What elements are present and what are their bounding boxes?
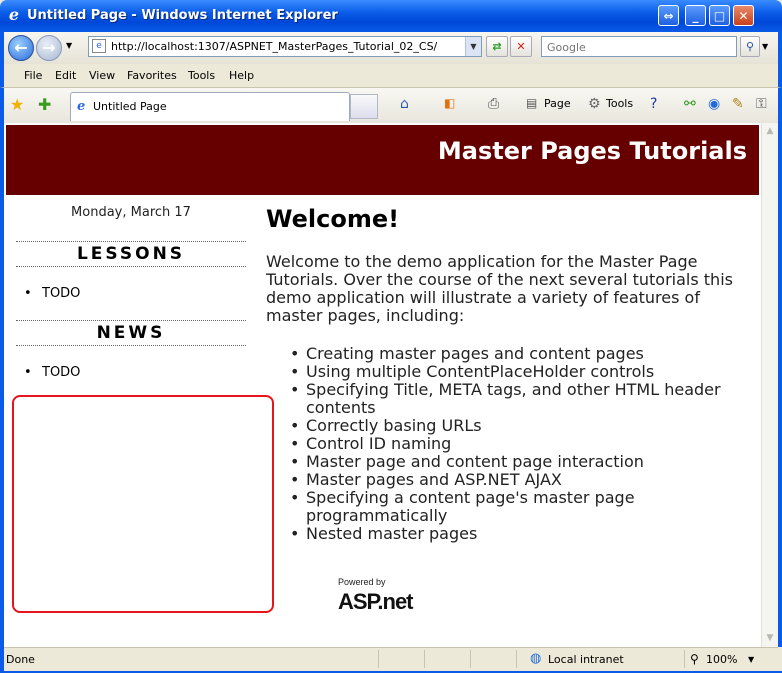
stop-button[interactable]: ✕ — [510, 36, 532, 57]
security-zone[interactable]: Local intranet — [548, 653, 624, 666]
list-item: Control ID naming — [266, 435, 742, 454]
address-bar[interactable]: e http://localhost:1307/ASPNET_MasterPag… — [88, 36, 482, 57]
history-dropdown-icon[interactable]: ▼ — [66, 41, 72, 50]
list-item: Correctly basing URLs — [266, 417, 742, 436]
lessons-list-item: TODO — [24, 286, 81, 301]
window-frame-right — [778, 123, 782, 647]
highlight-box — [12, 395, 274, 613]
tab-label: Untitled Page — [93, 100, 167, 113]
list-item: Creating master pages and content pages — [266, 345, 742, 364]
address-dropdown-icon[interactable]: ▼ — [465, 37, 481, 56]
status-bar: Done ◍ Local intranet ⚲ 100% ▼ — [4, 647, 778, 671]
extra-tools-icon[interactable]: ⚿ — [756, 96, 767, 112]
menu-file[interactable]: File — [24, 69, 42, 82]
tab-bar: ★ ✚ e Untitled Page ⌂ ◧ ⎙ ▤ Page ⚙ Tools… — [0, 88, 782, 123]
feeds-icon[interactable]: ◧ — [444, 96, 455, 110]
research-icon[interactable]: ⚯ — [684, 96, 696, 112]
tab-untitled-page[interactable]: e Untitled Page — [70, 92, 350, 121]
welcome-heading: Welcome! — [266, 205, 400, 233]
status-divider — [378, 650, 379, 668]
menu-tools[interactable]: Tools — [188, 69, 215, 82]
list-item: Specifying Title, META tags, and other H… — [266, 381, 742, 417]
page-menu[interactable]: Page — [544, 97, 571, 110]
news-list-item: TODO — [24, 365, 81, 380]
developer-tools-icon[interactable]: ✎ — [732, 96, 744, 112]
menu-view[interactable]: View — [89, 69, 115, 82]
intranet-zone-icon: ◍ — [530, 651, 542, 666]
status-text: Done — [6, 653, 35, 666]
list-item: Master page and content page interaction — [266, 453, 742, 472]
menu-favorites[interactable]: Favorites — [127, 69, 177, 82]
help-icon[interactable]: ? — [650, 96, 657, 112]
date-display: Monday, March 17 — [71, 205, 191, 220]
new-tab-button[interactable] — [350, 94, 378, 119]
add-favorites-icon[interactable]: ✚ — [38, 95, 51, 114]
zoom-level[interactable]: 100% — [706, 653, 737, 666]
news-heading: NEWS — [16, 320, 246, 346]
title-bar[interactable]: e Untitled Page - Windows Internet Explo… — [0, 0, 782, 32]
tab-page-icon: e — [77, 99, 86, 114]
list-item: Master pages and ASP.NET AJAX — [266, 471, 742, 490]
favorites-center-icon[interactable]: ★ — [10, 95, 24, 114]
menu-edit[interactable]: Edit — [55, 69, 76, 82]
page-icon: e — [92, 39, 106, 53]
status-divider — [470, 650, 471, 668]
zoom-icon: ⚲ — [690, 652, 699, 666]
scroll-up-icon[interactable]: ▲ — [762, 123, 778, 140]
aspnet-logo[interactable]: ASP.net — [338, 589, 414, 615]
window-title: Untitled Page - Windows Internet Explore… — [27, 8, 338, 23]
search-options-icon[interactable]: ▼ — [762, 42, 768, 51]
close-button[interactable]: ✕ — [733, 5, 754, 26]
intro-paragraph: Welcome to the demo application for the … — [266, 252, 733, 325]
forward-button[interactable]: → — [36, 35, 62, 61]
status-divider — [516, 650, 517, 668]
menu-help[interactable]: Help — [229, 69, 254, 82]
tools-gear-icon: ⚙ — [588, 96, 601, 112]
messenger-icon[interactable]: ◉ — [708, 96, 720, 112]
ie-logo-icon: e — [8, 5, 20, 24]
refresh-button[interactable]: ⇄ — [486, 36, 508, 57]
search-input[interactable] — [545, 38, 729, 57]
list-item: Specifying a content page's master page … — [266, 489, 742, 525]
maximize-button[interactable]: □ — [709, 5, 730, 26]
page-viewport: Master Pages Tutorials Monday, March 17 … — [4, 123, 761, 647]
home-icon[interactable]: ⌂ — [400, 96, 409, 112]
page-header: Master Pages Tutorials — [6, 125, 759, 195]
vertical-scrollbar[interactable]: ▲ ▼ — [761, 123, 778, 647]
print-icon[interactable]: ⎙ — [488, 96, 499, 112]
scroll-down-icon[interactable]: ▼ — [762, 630, 778, 647]
search-icon[interactable]: ⚲ — [740, 36, 760, 57]
list-item: Using multiple ContentPlaceHolder contro… — [266, 363, 742, 382]
powered-by-text: Powered by — [338, 577, 386, 587]
address-url[interactable]: http://localhost:1307/ASPNET_MasterPages… — [111, 40, 437, 53]
zoom-dropdown-icon[interactable]: ▼ — [748, 655, 754, 664]
status-divider — [424, 650, 425, 668]
site-title: Master Pages Tutorials — [437, 137, 747, 165]
back-button[interactable]: ← — [8, 35, 34, 61]
page-menu-icon: ▤ — [526, 96, 538, 110]
status-divider — [684, 650, 685, 668]
features-list: Creating master pages and content pages … — [266, 345, 742, 544]
restore-tabs-button[interactable]: ⇔ — [658, 5, 679, 26]
menu-bar: File Edit View Favorites Tools Help — [0, 64, 782, 88]
minimize-button[interactable]: _ — [685, 5, 706, 26]
search-box[interactable] — [541, 36, 737, 57]
navigation-bar: ← → ▼ e http://localhost:1307/ASPNET_Mas… — [0, 32, 782, 64]
list-item: Nested master pages — [266, 525, 742, 544]
lessons-heading: LESSONS — [16, 241, 246, 267]
tools-menu[interactable]: Tools — [606, 97, 633, 110]
